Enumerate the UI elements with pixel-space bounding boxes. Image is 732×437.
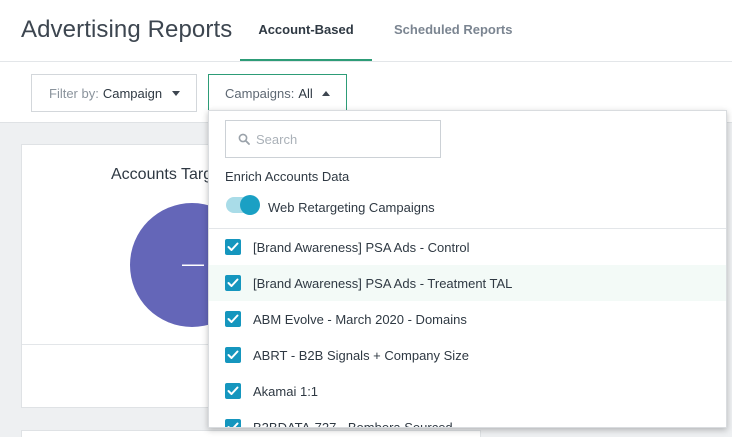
list-item[interactable]: [Brand Awareness] PSA Ads - Control bbox=[209, 229, 726, 265]
list-item[interactable]: [Brand Awareness] PSA Ads - Treatment TA… bbox=[209, 265, 726, 301]
checkbox-checked[interactable] bbox=[225, 347, 241, 363]
toggle-knob bbox=[240, 195, 260, 215]
filter-by-dropdown[interactable]: Filter by: Campaign bbox=[31, 74, 197, 112]
campaigns-value: All bbox=[298, 85, 313, 101]
checkmark-icon bbox=[227, 386, 239, 395]
page-header: Advertising Reports Account-Based Schedu… bbox=[0, 0, 732, 61]
toggle-label: Web Retargeting Campaigns bbox=[268, 200, 435, 215]
campaigns-dropdown[interactable]: Campaigns: All bbox=[208, 74, 347, 112]
enrich-accounts-label: Enrich Accounts Data bbox=[225, 169, 350, 184]
campaigns-dropdown-menu: Enrich Accounts Data Web Retargeting Cam… bbox=[208, 110, 727, 428]
checkbox-checked[interactable] bbox=[225, 275, 241, 291]
checkbox-checked[interactable] bbox=[225, 383, 241, 399]
search-field[interactable] bbox=[225, 120, 441, 158]
search-icon bbox=[238, 133, 250, 145]
list-item-label: ABM Evolve - March 2020 - Domains bbox=[253, 311, 467, 327]
list-item[interactable]: Akamai 1:1 bbox=[209, 373, 726, 409]
checkbox-checked[interactable] bbox=[225, 419, 241, 427]
list-item[interactable]: ABM Evolve - March 2020 - Domains bbox=[209, 301, 726, 337]
search-input[interactable] bbox=[256, 131, 416, 147]
checkmark-icon bbox=[227, 242, 239, 251]
filter-by-prefix: Filter by: bbox=[49, 85, 99, 101]
tab-account-based[interactable]: Account-Based bbox=[240, 22, 372, 37]
second-card bbox=[21, 430, 481, 437]
web-retargeting-toggle[interactable] bbox=[226, 195, 260, 215]
pie-value: — bbox=[182, 251, 204, 276]
checkmark-icon bbox=[227, 278, 239, 287]
list-item-label: ABRT - B2B Signals + Company Size bbox=[253, 347, 469, 363]
list-item-label: Akamai 1:1 bbox=[253, 383, 319, 399]
caret-down-icon bbox=[172, 91, 180, 96]
campaigns-prefix: Campaigns: bbox=[225, 85, 295, 101]
checkmark-icon bbox=[227, 314, 239, 323]
checkmark-icon bbox=[227, 350, 239, 359]
list-item[interactable]: ABRT - B2B Signals + Company Size bbox=[209, 337, 726, 373]
page-title: Advertising Reports bbox=[21, 16, 233, 43]
checkbox-checked[interactable] bbox=[225, 239, 241, 255]
filter-by-value: Campaign bbox=[102, 85, 163, 101]
caret-up-icon bbox=[322, 91, 330, 96]
campaign-list: [Brand Awareness] PSA Ads - Control [Bra… bbox=[209, 229, 726, 428]
list-item-label: B2BDATA-727 - Bombora Sourced bbox=[253, 419, 453, 428]
checkmark-icon bbox=[227, 422, 239, 427]
list-item-label: [Brand Awareness] PSA Ads - Treatment TA… bbox=[253, 275, 513, 291]
tab-scheduled-reports[interactable]: Scheduled Reports bbox=[394, 22, 512, 37]
list-item-label: [Brand Awareness] PSA Ads - Control bbox=[253, 239, 470, 255]
checkbox-checked[interactable] bbox=[225, 311, 241, 327]
list-item[interactable]: B2BDATA-727 - Bombora Sourced bbox=[209, 409, 726, 428]
